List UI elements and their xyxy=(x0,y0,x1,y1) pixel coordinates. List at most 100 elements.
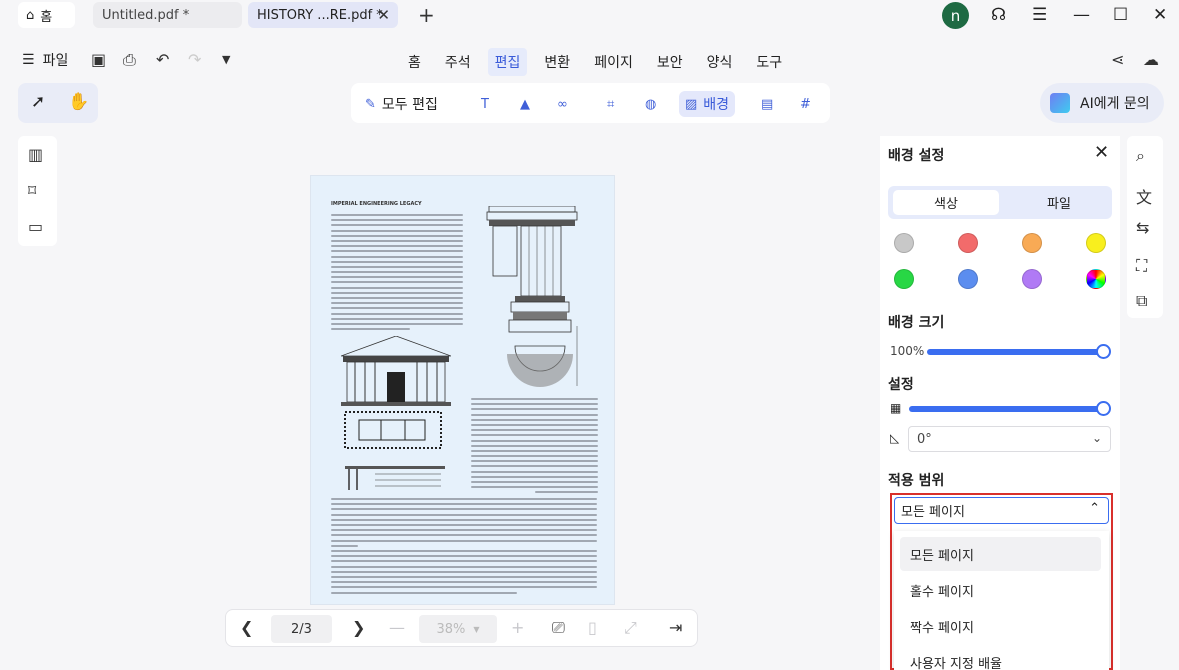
home-tab[interactable]: ⌂ 홈 xyxy=(18,2,75,28)
range-options-list: 모든 페이지 홀수 페이지 짝수 페이지 사용자 지정 배율 xyxy=(894,531,1109,670)
color-swatch-green[interactable] xyxy=(894,269,914,289)
next-page-icon[interactable]: ❯ xyxy=(352,618,365,637)
tab-history[interactable]: HISTORY ...RE.pdf * ✕ xyxy=(248,2,398,28)
quick-access-dropdown-icon[interactable]: ▼ xyxy=(222,53,230,66)
tab-untitled[interactable]: Untitled.pdf * xyxy=(93,2,242,28)
new-tab-icon[interactable]: + xyxy=(418,3,435,27)
size-slider[interactable] xyxy=(927,349,1101,355)
share-icon[interactable]: ⋖ xyxy=(1111,50,1124,69)
select-cursor-icon[interactable]: ➚ xyxy=(31,92,45,112)
menu-security[interactable]: 보안 xyxy=(650,48,690,76)
close-panel-icon[interactable]: ✕ xyxy=(1094,142,1109,163)
color-swatch-yellow[interactable] xyxy=(1086,233,1106,253)
bates-number-icon[interactable]: # xyxy=(800,91,811,117)
page-view-icon[interactable]: ⎚ xyxy=(552,618,565,638)
range-select[interactable]: 모든 페이지 ⌃ xyxy=(894,497,1109,524)
maximize-icon[interactable]: ☐ xyxy=(1113,5,1128,25)
exit-icon[interactable]: ⇥ xyxy=(669,618,682,637)
hand-tool-icon[interactable]: ✋ xyxy=(68,92,89,112)
range-option-odd[interactable]: 홀수 페이지 xyxy=(900,573,1101,607)
ask-ai-button[interactable]: AI에게 문의 xyxy=(1040,83,1164,123)
opacity-slider-knob[interactable] xyxy=(1096,401,1111,416)
angle-select[interactable]: 0° ⌄ xyxy=(908,426,1111,452)
menu-lines-icon: ☰ xyxy=(22,52,35,68)
comment-icon[interactable]: ▭ xyxy=(28,217,43,236)
undo-icon[interactable]: ↶ xyxy=(156,50,169,69)
fit-page-icon[interactable]: ▯ xyxy=(588,618,597,637)
cloud-upload-icon[interactable]: ☁ xyxy=(1143,50,1159,69)
page-number-input[interactable]: 2/3 xyxy=(271,615,332,643)
settings-label: 설정 xyxy=(888,377,914,393)
zoom-out-icon[interactable]: — xyxy=(389,618,405,637)
select-hand-tools: ➚ ✋ xyxy=(18,83,98,123)
zoom-select[interactable]: 38% ▼ xyxy=(419,615,497,643)
background-button[interactable]: ▨ 배경 xyxy=(679,91,736,117)
watermark-icon[interactable]: ◍ xyxy=(645,91,656,117)
add-link-icon[interactable]: ∞ xyxy=(557,91,568,117)
home-icon: ⌂ xyxy=(26,7,35,23)
close-window-icon[interactable]: ✕ xyxy=(1153,5,1167,25)
zoom-in-icon[interactable]: + xyxy=(511,618,524,637)
minimize-icon[interactable]: — xyxy=(1073,5,1090,25)
file-menu[interactable]: ☰ 파일 xyxy=(22,50,68,70)
headset-icon[interactable]: ☊ xyxy=(991,5,1006,25)
hamburger-menu-icon[interactable]: ☰ xyxy=(1032,5,1047,25)
paragraph-2 xyxy=(471,398,598,497)
menu-edit[interactable]: 편집 xyxy=(487,48,528,76)
prev-page-icon[interactable]: ❮ xyxy=(240,618,253,637)
chevron-down-icon: ⌄ xyxy=(1091,431,1102,445)
avatar[interactable]: n xyxy=(942,2,969,29)
opacity-icon: ▦ xyxy=(890,401,902,415)
background-settings-panel: 배경 설정 ✕ 색상 파일 배경 크기 100% 설정 ▦ ◺ 0° ⌄ 적용 … xyxy=(880,136,1120,670)
color-swatch-red[interactable] xyxy=(958,233,978,253)
fullscreen-icon[interactable]: ⤢ xyxy=(624,618,637,638)
print-icon[interactable]: ⎙ xyxy=(123,50,136,70)
header-footer-icon[interactable]: ▤ xyxy=(761,91,773,117)
source-toggle: 색상 파일 xyxy=(888,186,1112,219)
search-icon[interactable]: ⌕ xyxy=(1136,146,1145,166)
close-tab-icon[interactable]: ✕ xyxy=(377,6,390,24)
main-menu: 홈 주석 편집 변환 페이지 보안 양식 도구 xyxy=(401,48,799,76)
thumbnails-icon[interactable]: ▥ xyxy=(28,145,43,164)
menu-comment[interactable]: 주석 xyxy=(438,48,478,76)
file-tab[interactable]: 파일 xyxy=(1006,190,1112,215)
range-selected-value: 모든 페이지 xyxy=(901,505,965,520)
panel-title: 배경 설정 xyxy=(888,148,945,164)
color-swatch-orange[interactable] xyxy=(1022,233,1042,253)
range-option-even[interactable]: 짝수 페이지 xyxy=(900,609,1101,643)
color-swatch-custom[interactable] xyxy=(1086,269,1106,289)
save-icon[interactable]: ▣ xyxy=(91,50,106,69)
menu-form[interactable]: 양식 xyxy=(700,48,740,76)
angle-icon: ◺ xyxy=(890,431,900,445)
color-swatch-blue[interactable] xyxy=(958,269,978,289)
ocr-icon[interactable]: ⧉ xyxy=(1136,291,1147,311)
edit-all-label: 모두 편집 xyxy=(381,97,438,113)
zoom-dropdown-icon: ▼ xyxy=(473,624,480,634)
range-option-all[interactable]: 모든 페이지 xyxy=(900,537,1101,571)
crop-icon[interactable]: ⌗ xyxy=(607,91,614,117)
redo-icon[interactable]: ↷ xyxy=(188,50,201,69)
size-slider-knob[interactable] xyxy=(1096,344,1111,359)
file-menu-label: 파일 xyxy=(42,53,69,69)
menu-tools[interactable]: 도구 xyxy=(749,48,789,76)
paragraph-4 xyxy=(331,550,597,597)
range-option-custom[interactable]: 사용자 지정 배율 xyxy=(900,645,1101,670)
compare-icon[interactable]: ⇆ xyxy=(1136,218,1149,237)
translate-icon[interactable]: 文 xyxy=(1136,184,1152,208)
menu-convert[interactable]: 변환 xyxy=(537,48,577,76)
title-bar: ⌂ 홈 Untitled.pdf * HISTORY ...RE.pdf * ✕… xyxy=(0,0,1179,32)
edit-all-button[interactable]: ✎ 모두 편집 xyxy=(365,91,438,117)
add-image-icon[interactable]: ▲ xyxy=(520,91,530,117)
edit-toolbar: ✎ 모두 편집 T ▲ ∞ ⌗ ◍ ▨ 배경 ▤ # xyxy=(351,83,830,123)
menu-home[interactable]: 홈 xyxy=(401,48,428,76)
home-tab-label: 홈 xyxy=(40,9,53,25)
add-text-icon[interactable]: T xyxy=(481,91,489,117)
bookmark-icon[interactable]: ⌑ xyxy=(28,181,36,200)
opacity-slider[interactable] xyxy=(909,406,1101,412)
menu-page[interactable]: 페이지 xyxy=(587,48,640,76)
color-tab[interactable]: 색상 xyxy=(893,190,999,215)
screenshot-icon[interactable]: ⛶ xyxy=(1136,256,1147,276)
color-swatch-gray[interactable] xyxy=(894,233,914,253)
paragraph-1 xyxy=(331,214,463,333)
color-swatch-purple[interactable] xyxy=(1022,269,1042,289)
